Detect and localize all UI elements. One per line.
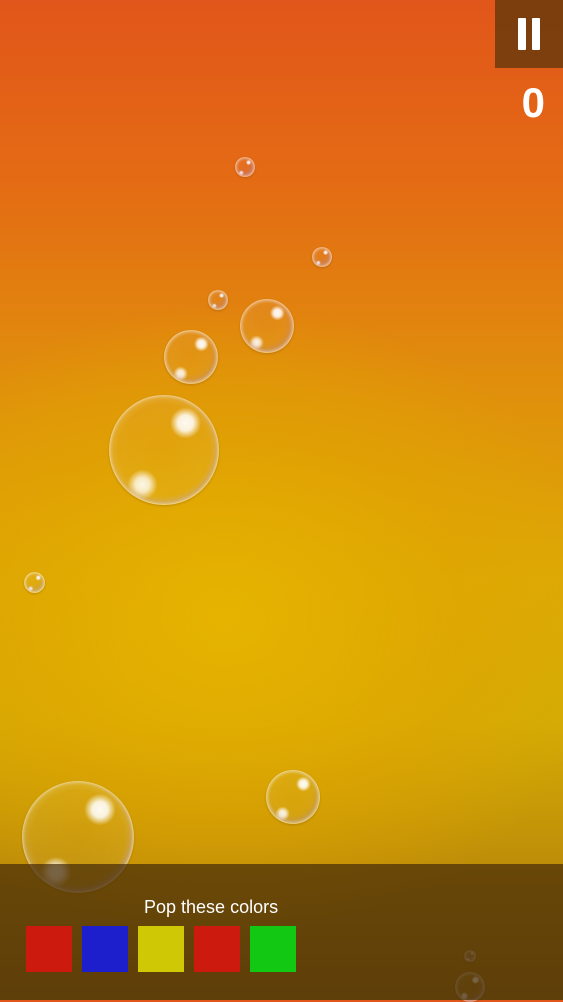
bubble[interactable]: [312, 247, 332, 267]
bubble[interactable]: [240, 299, 294, 353]
bubble[interactable]: [235, 157, 255, 177]
bubble[interactable]: [109, 395, 219, 505]
score-counter: 0: [521, 79, 545, 126]
color-swatch-2: [82, 926, 128, 972]
pause-button[interactable]: [495, 0, 563, 68]
game-area[interactable]: [0, 0, 563, 1002]
target-colors-panel: Pop these colors: [0, 864, 563, 1000]
bubble[interactable]: [164, 330, 218, 384]
bubble[interactable]: [266, 770, 320, 824]
panel-title: Pop these colors: [144, 897, 279, 917]
color-swatch-1: [26, 926, 72, 972]
bubble[interactable]: [208, 290, 228, 310]
bubble[interactable]: [24, 572, 45, 593]
color-swatches: [26, 926, 296, 972]
color-swatch-3: [138, 926, 184, 972]
pause-icon: [518, 18, 540, 50]
color-swatch-5: [250, 926, 296, 972]
color-swatch-4: [194, 926, 240, 972]
